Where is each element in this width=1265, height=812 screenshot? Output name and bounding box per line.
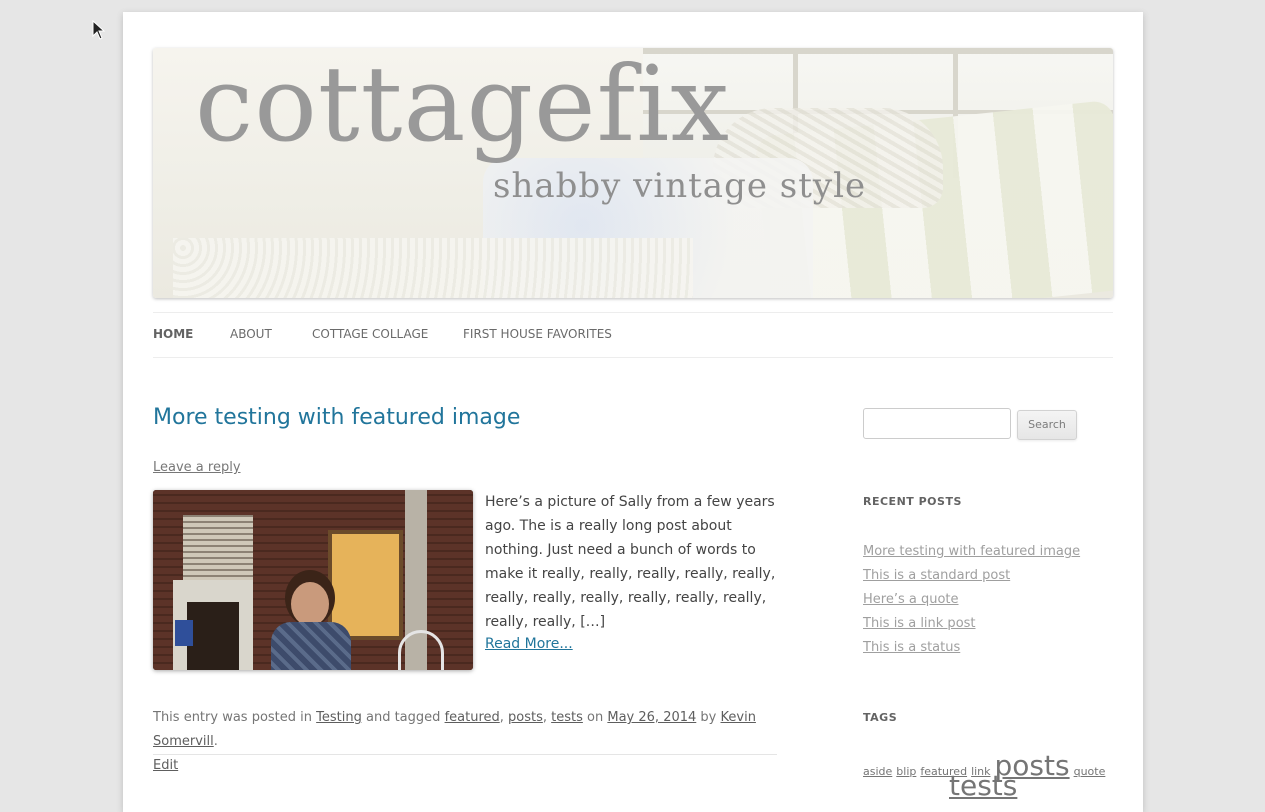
tag-cloud-link[interactable]: aside bbox=[863, 765, 892, 778]
meta-by-text: by bbox=[700, 710, 717, 725]
recent-post-link[interactable]: This is a status bbox=[863, 640, 960, 655]
meta-posted-in-text: This entry was posted in bbox=[153, 710, 313, 725]
leave-reply-link[interactable]: Leave a reply bbox=[153, 460, 241, 475]
tag-cloud-link[interactable]: tests bbox=[949, 769, 1017, 802]
tag-link[interactable]: featured bbox=[445, 710, 500, 725]
post-divider bbox=[153, 754, 777, 755]
site-logo: cottagefix bbox=[195, 48, 730, 165]
main-navigation: HOME ABOUT COTTAGE COLLAGE FIRST HOUSE F… bbox=[153, 312, 1113, 358]
tag-link[interactable]: posts bbox=[508, 710, 543, 725]
nav-item-first-house-favorites[interactable]: FIRST HOUSE FAVORITES bbox=[463, 327, 612, 341]
search-input[interactable] bbox=[863, 408, 1011, 439]
list-item: More testing with featured image bbox=[863, 540, 1080, 564]
tags-title: TAGS bbox=[863, 711, 898, 724]
nav-item-home[interactable]: HOME bbox=[153, 327, 193, 341]
search-button[interactable]: Search bbox=[1017, 410, 1077, 440]
list-item: This is a standard post bbox=[863, 564, 1080, 588]
post-title-link[interactable]: More testing with featured image bbox=[153, 405, 520, 430]
nav-item-about[interactable]: ABOUT bbox=[230, 327, 272, 341]
tag-cloud-link[interactable]: blip bbox=[896, 765, 916, 778]
recent-post-link[interactable]: This is a link post bbox=[863, 616, 976, 631]
mouse-cursor-icon bbox=[92, 20, 106, 40]
tag-cloud-link[interactable]: quote bbox=[1074, 765, 1106, 778]
post-excerpt: Here’s a picture of Sally from a few yea… bbox=[485, 494, 776, 630]
banner-lace bbox=[173, 238, 693, 298]
recent-posts-title: RECENT POSTS bbox=[863, 495, 962, 508]
list-item: This is a link post bbox=[863, 612, 1080, 636]
recent-posts-list: More testing with featured image This is… bbox=[863, 540, 1080, 660]
site-tagline: shabby vintage style bbox=[493, 166, 867, 206]
meta-on-text: on bbox=[587, 710, 604, 725]
meta-tagged-text: and tagged bbox=[366, 710, 441, 725]
edit-link[interactable]: Edit bbox=[153, 758, 178, 773]
post-date-link[interactable]: May 26, 2014 bbox=[607, 710, 696, 725]
featured-image[interactable] bbox=[153, 490, 473, 670]
post-meta: This entry was posted in Testing and tag… bbox=[153, 710, 756, 773]
nav-item-cottage-collage[interactable]: COTTAGE COLLAGE bbox=[312, 327, 428, 341]
category-link[interactable]: Testing bbox=[316, 710, 362, 725]
recent-post-link[interactable]: More testing with featured image bbox=[863, 544, 1080, 559]
header-banner[interactable]: cottagefix shabby vintage style bbox=[153, 48, 1113, 298]
list-item: Here’s a quote bbox=[863, 588, 1080, 612]
page-container: cottagefix shabby vintage style HOME ABO… bbox=[123, 12, 1143, 812]
recent-post-link[interactable]: This is a standard post bbox=[863, 568, 1010, 583]
list-item: This is a status bbox=[863, 636, 1080, 660]
tag-link[interactable]: tests bbox=[551, 710, 583, 725]
recent-post-link[interactable]: Here’s a quote bbox=[863, 592, 959, 607]
tag-cloud: aside blip featured link posts quote tests bbox=[863, 752, 1113, 808]
read-more-link[interactable]: Read More... bbox=[485, 636, 573, 652]
